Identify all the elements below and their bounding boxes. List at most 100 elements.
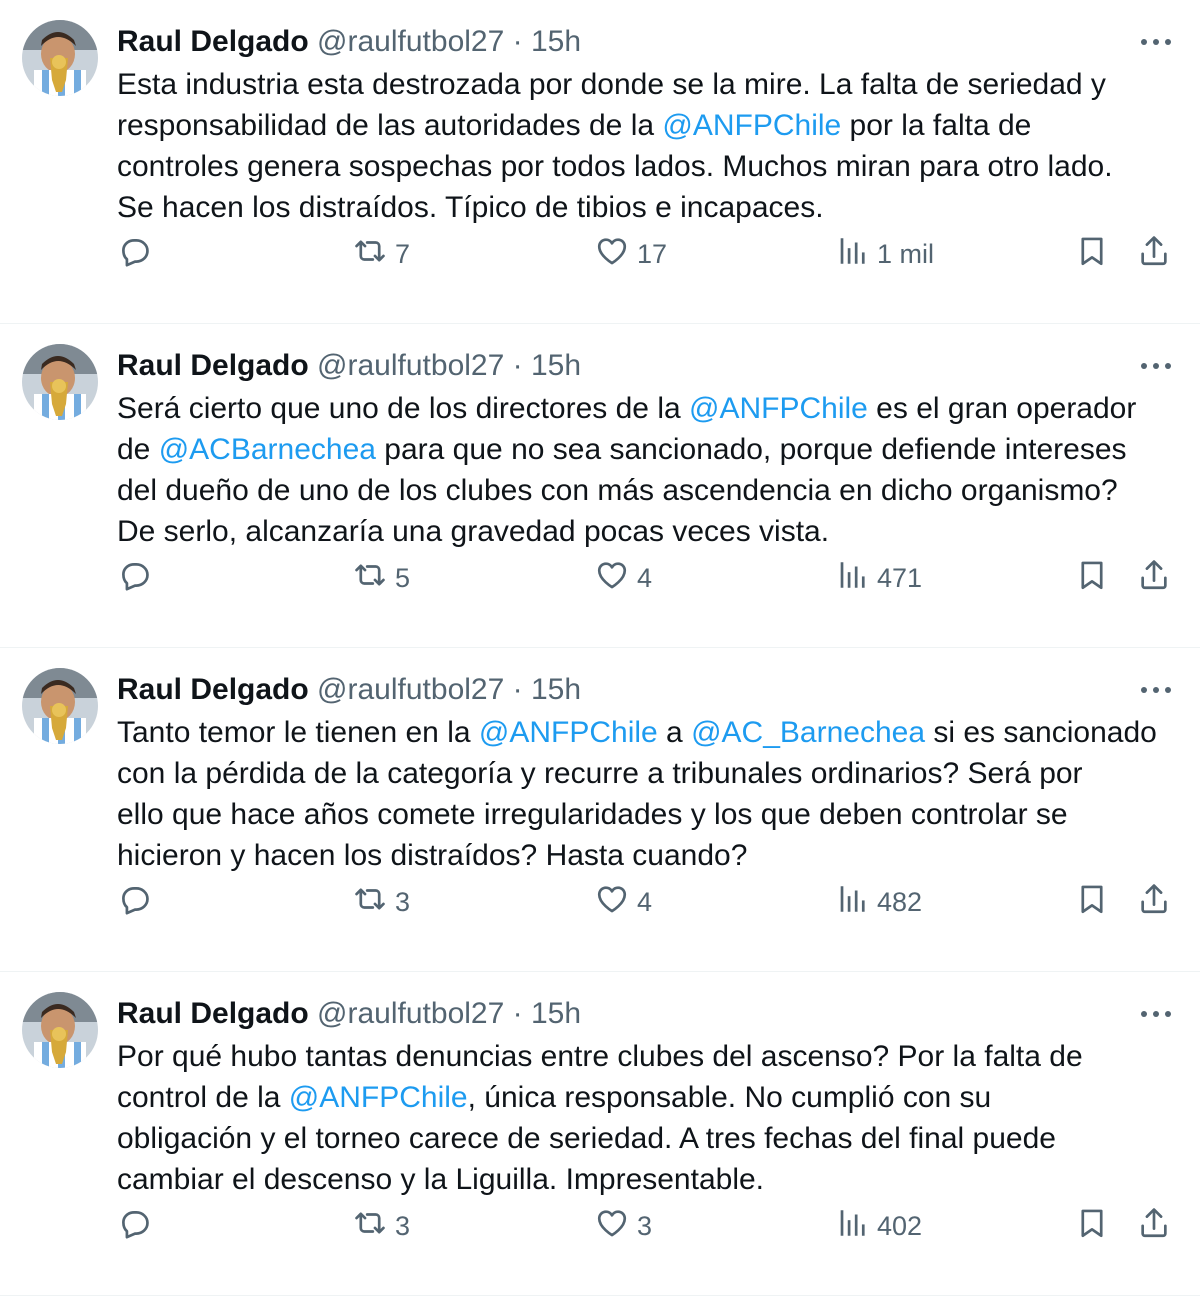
display-name[interactable]: Raul Delgado [117, 673, 309, 706]
bookmark-button[interactable] [1075, 232, 1109, 276]
mention-link[interactable]: @ANFPChile [662, 109, 841, 142]
share-button[interactable] [1137, 880, 1171, 924]
tweet-text: Esta industria esta destrozada por donde… [117, 64, 1187, 228]
like-count: 3 [637, 1210, 653, 1241]
like-count: 17 [637, 238, 668, 269]
reply-button[interactable] [117, 556, 159, 600]
tweet-text-line: obligación y el torneo carece de serieda… [117, 1118, 1187, 1159]
mention-link[interactable]: @ANFPChile [689, 392, 868, 425]
tweet-text-line: hicieron y hacen los distraídos? Hasta c… [117, 835, 1187, 876]
tweet-text-line: cambiar el descenso y la Liguilla. Impre… [117, 1159, 1187, 1200]
display-name[interactable]: Raul Delgado [117, 997, 309, 1030]
more-icon[interactable] [1138, 24, 1174, 60]
avatar[interactable] [22, 20, 98, 96]
retweet-count: 3 [395, 886, 411, 917]
reply-button[interactable] [117, 1204, 159, 1248]
like-icon [595, 1206, 629, 1247]
tweet-text-line: Esta industria esta destrozada por donde… [117, 64, 1187, 105]
tweet-text-line: De serlo, alcanzaría una gravedad pocas … [117, 511, 1187, 552]
tweet-text-segment: es el gran operador [867, 392, 1137, 425]
tweet-text-segment: a [657, 716, 692, 749]
user-handle[interactable]: @raulfutbol27 [317, 673, 504, 706]
tweet-text-segment: para que no sea sancionado, porque defie… [375, 433, 1127, 466]
views-count: 1 mil [877, 238, 935, 269]
retweet-count: 7 [395, 238, 411, 269]
tweet-actions: 3 4 482 [117, 880, 1177, 924]
retweet-button[interactable]: 7 [353, 232, 410, 276]
avatar[interactable] [22, 344, 98, 420]
reply-icon [117, 882, 151, 923]
views-button[interactable]: 482 [835, 880, 922, 924]
like-button[interactable]: 3 [595, 1204, 652, 1248]
more-icon[interactable] [1138, 348, 1174, 384]
timestamp[interactable]: 15h [531, 349, 581, 382]
views-count: 482 [877, 886, 923, 917]
reply-button[interactable] [117, 232, 159, 276]
tweet-text-segment: cambiar el descenso y la Liguilla. Impre… [117, 1163, 765, 1196]
share-button[interactable] [1137, 232, 1171, 276]
tweet-actions: 3 3 402 [117, 1204, 1177, 1248]
timestamp[interactable]: 15h [531, 25, 581, 58]
views-count: 471 [877, 562, 923, 593]
more-icon[interactable] [1138, 672, 1174, 708]
like-icon [595, 234, 629, 275]
share-icon [1137, 234, 1171, 275]
retweet-icon [353, 234, 387, 275]
bookmark-icon [1075, 1206, 1109, 1247]
reply-button[interactable] [117, 880, 159, 924]
mention-link[interactable]: @ANFPChile [289, 1081, 468, 1114]
avatar[interactable] [22, 992, 98, 1068]
avatar[interactable] [22, 668, 98, 744]
tweet-header: Raul Delgado @raulfutbol27 · 15h [117, 346, 1140, 386]
tweet-text-segment: Por qué hubo tantas denuncias entre club… [117, 1040, 1083, 1073]
views-icon [835, 882, 869, 923]
display-name[interactable]: Raul Delgado [117, 25, 309, 58]
tweet-text-segment: ello que hace años comete irregularidade… [117, 798, 1068, 831]
tweet[interactable]: Raul Delgado @raulfutbol27 · 15h Será ci… [0, 324, 1200, 648]
tweet-text-segment: si es sancionado [925, 716, 1157, 749]
views-icon [835, 234, 869, 275]
timestamp[interactable]: 15h [531, 997, 581, 1030]
views-icon [835, 1206, 869, 1247]
user-handle[interactable]: @raulfutbol27 [317, 349, 504, 382]
like-button[interactable]: 4 [595, 556, 652, 600]
mention-link[interactable]: @ACBarnechea [159, 433, 376, 466]
tweet-text-line: Será cierto que uno de los directores de… [117, 388, 1187, 429]
bookmark-button[interactable] [1075, 880, 1109, 924]
bookmark-button[interactable] [1075, 1204, 1109, 1248]
mention-link[interactable]: @ANFPChile [479, 716, 658, 749]
separator-dot: · [512, 673, 523, 706]
reply-icon [117, 234, 151, 275]
like-button[interactable]: 17 [595, 232, 667, 276]
tweet[interactable]: Raul Delgado @raulfutbol27 · 15h Tanto t… [0, 648, 1200, 972]
tweet-header: Raul Delgado @raulfutbol27 · 15h [117, 994, 1140, 1034]
tweet[interactable]: Raul Delgado @raulfutbol27 · 15h Por qué… [0, 972, 1200, 1296]
share-button[interactable] [1137, 1204, 1171, 1248]
separator-dot: · [512, 25, 523, 58]
views-button[interactable]: 471 [835, 556, 922, 600]
retweet-button[interactable]: 5 [353, 556, 410, 600]
user-handle[interactable]: @raulfutbol27 [317, 997, 504, 1030]
tweet-text-segment: Tanto temor le tienen en la [117, 716, 479, 749]
views-count: 402 [877, 1210, 923, 1241]
user-handle[interactable]: @raulfutbol27 [317, 25, 504, 58]
mention-link[interactable]: @AC_Barnechea [691, 716, 925, 749]
share-button[interactable] [1137, 556, 1171, 600]
like-button[interactable]: 4 [595, 880, 652, 924]
timestamp[interactable]: 15h [531, 673, 581, 706]
bookmark-icon [1075, 882, 1109, 923]
retweet-button[interactable]: 3 [353, 1204, 410, 1248]
display-name[interactable]: Raul Delgado [117, 349, 309, 382]
tweet-text-line: ello que hace años comete irregularidade… [117, 794, 1187, 835]
tweet-text-line: del dueño de uno de los clubes con más a… [117, 470, 1187, 511]
views-button[interactable]: 1 mil [835, 232, 934, 276]
retweet-button[interactable]: 3 [353, 880, 410, 924]
more-icon[interactable] [1138, 996, 1174, 1032]
tweet-text-segment: de [117, 433, 159, 466]
views-button[interactable]: 402 [835, 1204, 922, 1248]
bookmark-button[interactable] [1075, 556, 1109, 600]
tweet-text-segment: , única responsable. No cumplió con su [467, 1081, 992, 1114]
tweet[interactable]: Raul Delgado @raulfutbol27 · 15h Esta in… [0, 0, 1200, 324]
like-count: 4 [637, 562, 653, 593]
views-icon [835, 558, 869, 599]
